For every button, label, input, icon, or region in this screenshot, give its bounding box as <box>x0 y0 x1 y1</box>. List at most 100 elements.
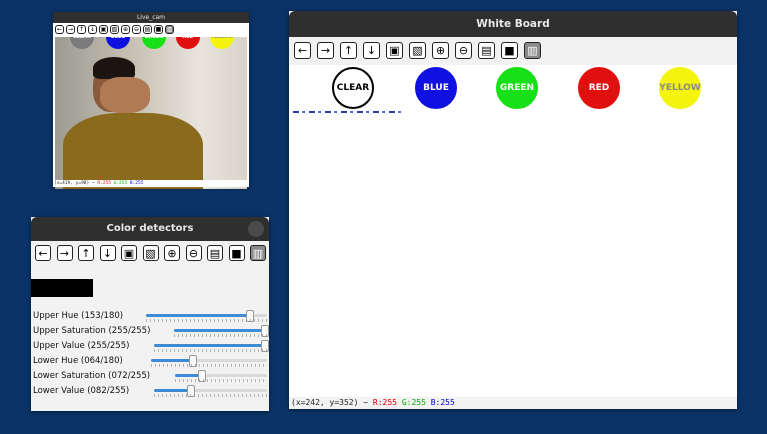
zoom-image-button[interactable]: ▧ <box>409 42 426 59</box>
arrow-up-icon-glyph: ↑ <box>81 246 91 260</box>
zoom-in-icon-glyph: ⊕ <box>122 25 129 33</box>
save-alt-button[interactable]: ▥ <box>250 245 266 261</box>
slider-track[interactable] <box>175 370 267 382</box>
zoom-in-icon-glyph: ⊕ <box>435 44 446 57</box>
whiteboard-titlebar[interactable]: White Board <box>289 11 737 37</box>
arrow-up-icon-glyph: ↑ <box>78 25 85 33</box>
zoom-in-button[interactable]: ⊕ <box>164 245 180 261</box>
slider-track[interactable] <box>154 340 269 352</box>
live-cam-statusbar: (x=419, y=98) ~ R:255 G:255 B:255 <box>53 180 249 187</box>
live-cam-window: Live_cam ← → ↑ ↓ ▣ ▧ ⊕ ⊖ ▤ ■ ▥ CLEAR BLUE GREEN RE… <box>53 12 249 189</box>
wb-red-button[interactable]: RED <box>578 67 620 109</box>
arrow-right-icon-glyph: → <box>59 246 70 260</box>
zoom-image-button[interactable]: ▧ <box>142 245 159 261</box>
save-icon-glyph: ▤ <box>481 44 492 57</box>
zoom-image-icon-glyph: ▧ <box>111 25 118 33</box>
whiteboard-canvas[interactable]: CLEAR BLUE GREEN RED YELLOW <box>289 65 737 397</box>
wb-coords: (x=242, y=352) ~ <box>291 398 373 407</box>
arrow-down-icon-glyph: ↓ <box>89 25 96 33</box>
wb-clear-button[interactable]: CLEAR <box>332 67 374 109</box>
arrow-right-button[interactable]: → <box>317 42 334 59</box>
slider-fill <box>151 359 193 362</box>
slider-track[interactable] <box>174 325 270 337</box>
arrow-up-icon-glyph: ↑ <box>343 44 354 57</box>
properties-button[interactable]: ■ <box>154 24 163 34</box>
slider-label: Upper Saturation (255/255) <box>33 326 151 336</box>
slider-track[interactable] <box>146 310 267 322</box>
person-hair <box>93 57 135 79</box>
zoom-fit-button[interactable]: ▣ <box>99 24 108 34</box>
slider-fill <box>154 389 191 392</box>
properties-button[interactable]: ■ <box>228 245 245 261</box>
zoom-out-button[interactable]: ⊖ <box>132 24 141 34</box>
save-alt-icon-glyph: ▥ <box>252 246 264 260</box>
cam-b-value: B:255 <box>129 181 144 186</box>
person-body <box>63 113 203 189</box>
slider-track[interactable] <box>154 385 267 397</box>
arrow-down-icon-glyph: ↓ <box>102 246 113 260</box>
slider-label: Lower Saturation (072/255) <box>33 371 151 381</box>
save-button[interactable]: ▤ <box>478 42 495 59</box>
zoom-image-button[interactable]: ▧ <box>110 24 119 34</box>
arrow-left-button[interactable]: ← <box>294 42 311 59</box>
arrow-up-button[interactable]: ↑ <box>78 245 94 261</box>
arrow-right-button[interactable]: → <box>56 245 73 261</box>
live-cam-title: Live_cam <box>136 14 166 21</box>
arrow-left-button[interactable]: ← <box>35 245 51 261</box>
color-detectors-titlebar[interactable]: Color detectors <box>31 217 269 241</box>
arrow-down-icon-glyph: ↓ <box>366 44 377 57</box>
zoom-out-icon-glyph: ⊖ <box>133 25 140 33</box>
slider-ticks <box>154 349 267 352</box>
zoom-in-icon-glyph: ⊕ <box>167 246 177 260</box>
live-cam-titlebar[interactable]: Live_cam <box>53 12 249 23</box>
close-icon[interactable] <box>248 221 264 237</box>
slider-fill <box>174 329 267 332</box>
slider-label: Lower Value (082/255) <box>33 386 130 396</box>
properties-icon-glyph: ■ <box>504 44 515 57</box>
arrow-right-icon-glyph: → <box>320 44 331 57</box>
save-icon-glyph: ▤ <box>144 25 151 33</box>
properties-button[interactable]: ■ <box>501 42 518 59</box>
save-alt-button[interactable]: ▥ <box>524 42 541 59</box>
zoom-fit-button[interactable]: ▣ <box>386 42 403 59</box>
zoom-out-button[interactable]: ⊖ <box>455 42 472 59</box>
arrow-down-button[interactable]: ↓ <box>363 42 380 59</box>
zoom-fit-icon-glyph: ▣ <box>100 25 107 33</box>
arrow-right-button[interactable]: → <box>66 24 75 34</box>
drawn-stroke <box>293 111 403 113</box>
slider-row: Lower Value (082/255) <box>31 384 269 398</box>
whiteboard-statusbar: (x=242, y=352) ~ R:255 G:255 B:255 <box>289 397 737 409</box>
zoom-fit-button[interactable]: ▣ <box>121 245 137 261</box>
slider-track[interactable] <box>151 355 267 367</box>
wb-yellow-button[interactable]: YELLOW <box>659 67 701 109</box>
color-detectors-title: Color detectors <box>106 223 194 234</box>
slider-panel: Upper Hue (153/180) Upper Saturation (255… <box>31 309 270 409</box>
slider-fill <box>146 314 249 317</box>
save-alt-button[interactable]: ▥ <box>165 24 174 34</box>
slider-ticks <box>151 364 267 367</box>
save-alt-icon-glyph: ▥ <box>527 44 538 57</box>
wb-r-value: R:255 <box>372 398 397 407</box>
slider-row: Upper Saturation (255/255) <box>31 324 270 338</box>
wb-green-button[interactable]: GREEN <box>496 67 538 109</box>
slider-ticks <box>146 319 267 322</box>
arrow-down-button[interactable]: ↓ <box>88 24 97 34</box>
zoom-fit-icon-glyph: ▣ <box>389 44 400 57</box>
zoom-in-button[interactable]: ⊕ <box>432 42 449 59</box>
arrow-left-button[interactable]: ← <box>55 24 64 34</box>
save-button[interactable]: ▤ <box>143 24 152 34</box>
zoom-out-icon-glyph: ⊖ <box>458 44 469 57</box>
slider-row: Lower Saturation (072/255) <box>31 369 269 383</box>
cam-coords: (x=419, y=98) ~ <box>54 181 98 186</box>
zoom-in-button[interactable]: ⊕ <box>121 24 130 34</box>
arrow-left-icon-glyph: ← <box>56 25 63 33</box>
save-button[interactable]: ▤ <box>207 245 223 261</box>
slider-ticks <box>175 379 267 382</box>
zoom-out-button[interactable]: ⊖ <box>185 245 202 261</box>
arrow-down-button[interactable]: ↓ <box>99 245 116 261</box>
arrow-up-button[interactable]: ↑ <box>77 24 86 34</box>
wb-blue-button[interactable]: BLUE <box>415 67 457 109</box>
slider-label: Upper Value (255/255) <box>33 341 130 351</box>
zoom-image-icon-glyph: ▧ <box>412 44 423 57</box>
arrow-up-button[interactable]: ↑ <box>340 42 357 59</box>
